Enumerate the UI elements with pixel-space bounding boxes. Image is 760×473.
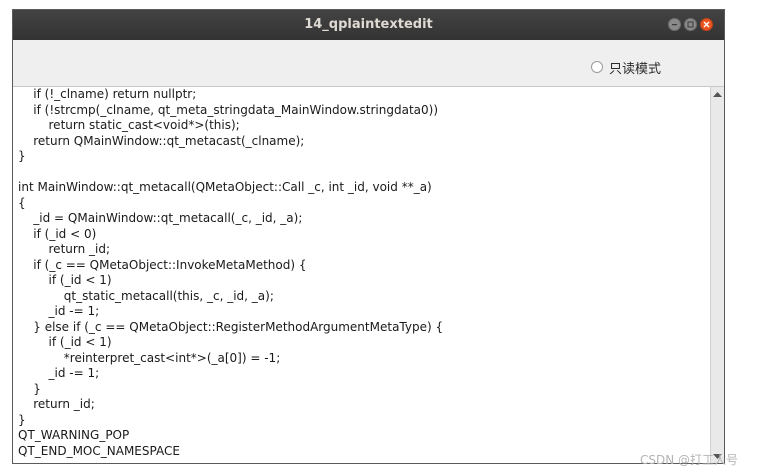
code-line: if (!strcmp(_clname, qt_meta_stringdata_…: [18, 102, 439, 117]
code-line: if (_id < 1): [18, 335, 112, 349]
window-title: 14_qplaintextedit: [304, 17, 433, 32]
code-line: }: [18, 149, 26, 163]
top-cropped-strip: [0, 0, 760, 9]
title-bar[interactable]: 14_qplaintextedit: [13, 10, 724, 40]
toolbar: 只读模式: [13, 40, 724, 86]
maximize-icon: [687, 21, 694, 28]
code-line: _id -= 1;: [18, 366, 100, 380]
close-button[interactable]: [700, 18, 713, 31]
code-line: }: [18, 381, 41, 396]
readonly-radio[interactable]: 只读模式: [591, 57, 661, 77]
maximize-button[interactable]: [684, 18, 697, 31]
app-window: 14_qplaintextedit 只读模式 if (!_clname) ret…: [12, 9, 725, 464]
code-line: return static_cast<void*>(this);: [18, 118, 240, 132]
code-line: *reinterpret_cast<int*>(_a[0]) = -1;: [18, 350, 281, 365]
code-line: {: [18, 195, 26, 210]
code-line: } else if (_c == QMetaObject::RegisterMe…: [18, 319, 444, 334]
watermark: CSDN @打工人号: [640, 453, 739, 467]
code-line: _id = QMainWindow::qt_metacall(_c, _id, …: [18, 211, 303, 225]
code-line: _id -= 1;: [18, 304, 100, 318]
code-line: QT_END_MOC_NAMESPACE: [18, 443, 180, 458]
plain-text-editor[interactable]: if (!_clname) return nullptr; if (!strcm…: [13, 86, 724, 463]
arrow-up-icon: [713, 92, 722, 97]
code-line: if (_c == QMetaObject::InvokeMetaMethod)…: [18, 257, 307, 272]
scrollbar-thumb[interactable]: [713, 102, 722, 382]
radio-circle-icon[interactable]: [591, 61, 603, 73]
close-icon: [703, 21, 710, 28]
code-line: QT_WARNING_POP: [18, 428, 130, 442]
code-line: if (_id < 0): [18, 226, 97, 241]
code-line: int MainWindow::qt_metacall(QMetaObject:…: [18, 180, 432, 194]
scroll-up-button[interactable]: [711, 87, 724, 101]
code-line: if (_id < 1): [18, 273, 112, 287]
minimize-button[interactable]: [668, 18, 681, 31]
minimize-icon: [672, 24, 677, 26]
readonly-label[interactable]: 只读模式: [609, 58, 661, 77]
code-line: }: [18, 412, 26, 427]
code-line: qt_static_metacall(this, _c, _id, _a);: [18, 288, 274, 303]
code-line: return QMainWindow::qt_metacast(_clname)…: [18, 133, 305, 148]
editor-text[interactable]: if (!_clname) return nullptr; if (!strcm…: [18, 87, 708, 459]
code-line: return _id;: [18, 242, 111, 256]
vertical-scrollbar[interactable]: [710, 87, 724, 463]
code-line: return _id;: [18, 397, 95, 411]
code-line: if (!_clname) return nullptr;: [18, 87, 197, 101]
